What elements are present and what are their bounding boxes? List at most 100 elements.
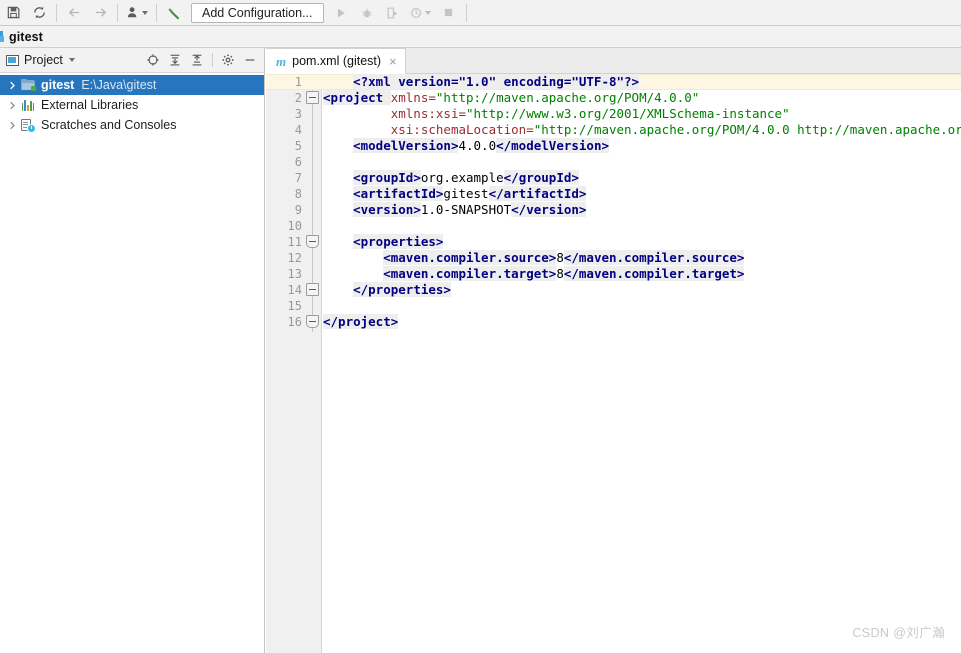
line-number: 12 <box>287 251 302 265</box>
code-line: 15 <box>266 298 961 314</box>
add-configuration-button[interactable]: Add Configuration... <box>191 2 324 23</box>
tree-node-external-libraries[interactable]: External Libraries <box>0 95 264 115</box>
debug-icon[interactable] <box>354 2 380 24</box>
code-line: 14 </properties> <box>266 282 961 298</box>
user-avatar-icon[interactable] <box>122 2 152 24</box>
code-line: 10 <box>266 218 961 234</box>
code-text: <groupId>org.example</groupId> <box>323 170 579 186</box>
line-number: 2 <box>294 91 302 105</box>
chevron-right-icon[interactable] <box>4 97 20 113</box>
line-number: 11 <box>287 235 302 249</box>
line-number: 7 <box>294 171 302 185</box>
code-token: </maven.compiler.target> <box>563 266 745 281</box>
code-token: 1.0-SNAPSHOT <box>420 202 512 217</box>
code-token: 8 <box>556 250 564 265</box>
stop-icon[interactable] <box>436 2 462 24</box>
project-tree: gitest E:\Java\gitest External Libraries… <box>0 73 264 135</box>
navigation-breadcrumb-bar: gitest <box>0 26 961 48</box>
sync-icon[interactable] <box>26 2 52 24</box>
code-line: 4 xsi:schemaLocation="http://maven.apach… <box>266 122 961 138</box>
code-line: 9 <version>1.0-SNAPSHOT</version> <box>266 202 961 218</box>
line-number: 15 <box>287 299 302 313</box>
project-window-icon <box>6 54 19 66</box>
watermark-text: CSDN @刘广瀚 <box>852 626 945 640</box>
maven-file-icon: m <box>276 53 287 69</box>
code-text: <properties> <box>323 234 444 250</box>
code-token: <?xml version="1.0" encoding="UTF-8"?> <box>353 74 640 89</box>
code-text: </properties> <box>323 282 451 298</box>
code-token: </project> <box>323 314 399 329</box>
collapse-all-icon[interactable] <box>187 50 207 70</box>
code-token: </properties> <box>353 282 451 297</box>
editor-tab-strip: m pom.xml (gitest) × <box>266 48 961 74</box>
chevron-down-icon[interactable] <box>142 10 148 15</box>
code-token: <groupId> <box>353 170 421 185</box>
toolbar-separator-3 <box>156 3 157 22</box>
hide-icon[interactable] <box>240 50 260 70</box>
code-line: 13 <maven.compiler.target>8</maven.compi… <box>266 266 961 282</box>
chevron-down-icon[interactable] <box>425 10 431 15</box>
close-icon[interactable]: × <box>389 55 397 68</box>
code-token: <version> <box>353 202 421 217</box>
breadcrumb-project-name[interactable]: gitest <box>9 30 43 44</box>
code-token: xmlns:xsi= <box>390 106 466 121</box>
build-hammer-icon[interactable] <box>161 2 187 24</box>
code-token: "http://www.w3.org/2001/XMLSchema-instan… <box>466 106 790 121</box>
project-folder-icon <box>20 77 36 93</box>
panel-toolbar-separator <box>212 53 213 67</box>
code-token: </modelVersion> <box>496 138 609 153</box>
line-number: 10 <box>287 219 302 233</box>
code-line: 3 xmlns:xsi="http://www.w3.org/2001/XMLS… <box>266 106 961 122</box>
toolbar-separator-1 <box>56 3 57 22</box>
code-text: <modelVersion>4.0.0</modelVersion> <box>323 138 609 154</box>
project-panel-title: Project <box>24 53 63 67</box>
line-number: 5 <box>294 139 302 153</box>
toolbar-separator-4 <box>465 3 467 22</box>
code-token: xmlns= <box>390 90 436 105</box>
run-icon[interactable] <box>328 2 354 24</box>
settings-gear-icon[interactable] <box>218 50 238 70</box>
code-token: </version> <box>511 202 587 217</box>
chevron-right-icon[interactable] <box>4 77 20 93</box>
chevron-down-icon[interactable] <box>68 58 75 62</box>
code-line: 8 <artifactId>gitest</artifactId> <box>266 186 961 202</box>
line-number: 9 <box>294 203 302 217</box>
code-text: </project> <box>323 314 399 330</box>
code-line: 5 <modelVersion>4.0.0</modelVersion> <box>266 138 961 154</box>
tree-node-gitest[interactable]: gitest E:\Java\gitest <box>0 75 264 95</box>
forward-arrow-icon[interactable] <box>87 2 113 24</box>
expand-all-icon[interactable] <box>165 50 185 70</box>
code-token: <modelVersion> <box>353 138 459 153</box>
code-token: "http://maven.apache.org/POM/4.0.0" <box>435 90 700 105</box>
run-with-coverage-icon[interactable] <box>380 2 406 24</box>
save-all-icon[interactable] <box>0 2 26 24</box>
code-editor[interactable]: 1 <?xml version="1.0" encoding="UTF-8"?>… <box>266 74 961 653</box>
project-panel-title-group[interactable]: Project <box>6 53 75 67</box>
line-number: 1 <box>294 75 302 89</box>
tree-node-label: Scratches and Consoles <box>41 118 177 132</box>
select-opened-file-icon[interactable] <box>143 50 163 70</box>
tab-pom-xml[interactable]: m pom.xml (gitest) × <box>266 48 406 74</box>
project-panel-header: Project <box>0 48 264 73</box>
code-line: 2 <project xmlns="http://maven.apache.org… <box>266 90 961 106</box>
code-token: 4.0.0 <box>458 138 497 153</box>
code-text: <maven.compiler.source>8</maven.compiler… <box>323 250 745 266</box>
external-libraries-icon <box>20 97 36 113</box>
profile-icon[interactable] <box>406 2 436 24</box>
back-arrow-icon[interactable] <box>61 2 87 24</box>
tree-node-scratches-and-consoles[interactable]: Scratches and Consoles <box>0 115 264 135</box>
intellij-idea-window: Add Configuration... gitest Project gite… <box>0 0 961 653</box>
line-number: 14 <box>287 283 302 297</box>
code-token: org.example <box>420 170 504 185</box>
tree-node-label: External Libraries <box>41 98 139 112</box>
line-number: 8 <box>294 187 302 201</box>
tab-label: pom.xml (gitest) <box>292 54 382 68</box>
code-token: xsi:schemaLocation= <box>390 122 534 137</box>
chevron-right-icon[interactable] <box>4 117 20 133</box>
